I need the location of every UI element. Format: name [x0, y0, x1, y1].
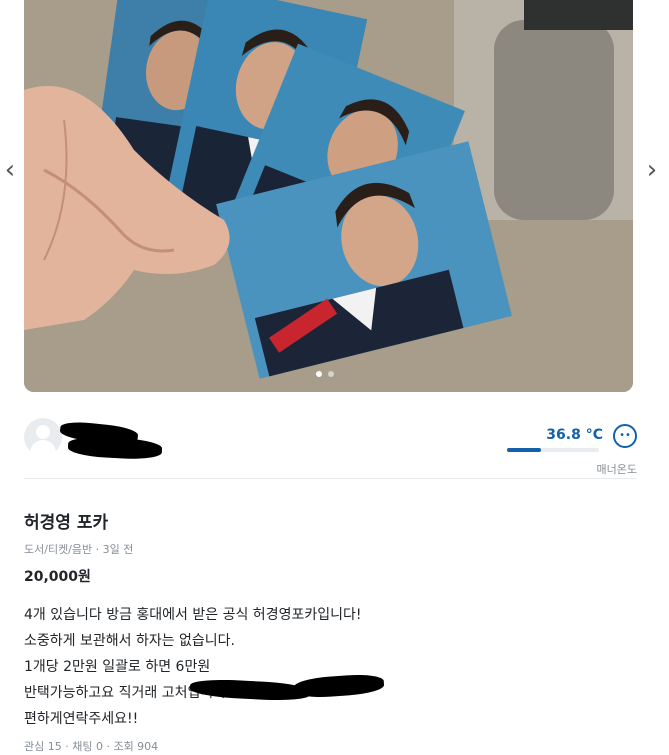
article-counts: 관심 15 · 채팅 0 · 조회 904 [24, 740, 159, 753]
article-meta: 도서/티켓/음반 · 3일 전 [24, 543, 134, 556]
seller-avatar[interactable] [24, 418, 62, 456]
description-line: 소중하게 보관해서 하자는 없습니다. [24, 633, 235, 649]
manner-temp-value: 36.8 °C [546, 427, 603, 443]
divider [24, 478, 637, 479]
carousel-dot-1[interactable] [316, 371, 322, 377]
manner-temp-label: 매너온도 [596, 463, 637, 476]
chevron-right-icon[interactable]: › [642, 150, 662, 190]
article-title: 허경영 포카 [24, 513, 109, 533]
seller-profile[interactable]: 36.8 °C •• 매너온도 [24, 416, 637, 476]
chevron-left-icon[interactable]: ‹ [0, 150, 20, 190]
article-price: 20,000원 [24, 569, 91, 585]
manner-temp-fill [507, 448, 541, 452]
description-line: 편하게연락주세요!! [24, 711, 139, 727]
carousel-dot-2[interactable] [328, 371, 334, 377]
redaction-mark [67, 435, 163, 461]
manner-temperature[interactable]: 36.8 °C •• 매너온도 [507, 424, 637, 476]
photo-cards-illustration [24, 0, 633, 392]
smile-face-icon: •• [613, 424, 637, 448]
article-description: 4개 있습니다 방금 홍대에서 받은 공식 허경영포카입니다! 소중하게 보관해… [24, 602, 637, 732]
manner-temp-bar [507, 448, 599, 452]
article-photo [24, 0, 633, 392]
avatar-head-shape [36, 425, 50, 439]
carousel-pagination [316, 371, 334, 377]
avatar-body-shape [30, 440, 56, 456]
image-carousel[interactable]: ‹ › [0, 0, 669, 392]
description-line: 4개 있습니다 방금 홍대에서 받은 공식 허경영포카입니다! [24, 607, 362, 623]
